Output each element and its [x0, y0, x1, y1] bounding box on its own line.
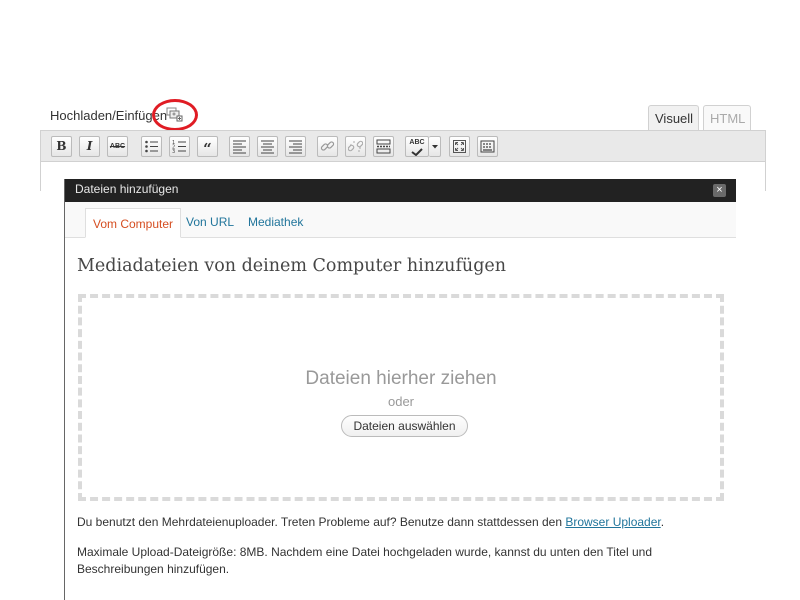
align-center-button[interactable]	[257, 136, 278, 157]
align-left-icon	[233, 140, 246, 154]
tab-from-computer[interactable]: Vom Computer	[85, 208, 182, 238]
tab-media-library[interactable]: Mediathek	[248, 215, 303, 229]
modal-titlebar: Dateien hinzufügen ×	[65, 179, 736, 202]
kitchen-sink-button[interactable]	[477, 136, 498, 157]
numbered-list-icon: 1 2 3	[172, 140, 186, 154]
spellcheck-label: ABC	[409, 139, 425, 146]
more-tag-icon	[376, 139, 391, 154]
modal-title: Dateien hinzufügen	[75, 182, 179, 196]
blockquote-button[interactable]: “	[197, 136, 218, 158]
dropzone-title: Dateien hierher ziehen	[305, 368, 497, 389]
tab-html[interactable]: HTML	[703, 105, 751, 131]
modal-tabbar: Vom Computer Von URL Mediathek	[65, 202, 736, 238]
align-left-button[interactable]	[229, 136, 250, 157]
bullet-list-button[interactable]	[141, 136, 162, 157]
spellcheck-button[interactable]: ABC	[405, 136, 429, 157]
svg-text:3: 3	[172, 149, 175, 154]
spellcheck-dropdown[interactable]	[429, 136, 441, 157]
unlink-button[interactable]	[345, 136, 366, 157]
uploader-note-suffix: .	[660, 515, 665, 529]
numbered-list-button[interactable]: 1 2 3	[169, 136, 190, 157]
max-upload-note: Maximale Upload-Dateigröße: 8MB. Nachdem…	[77, 545, 653, 576]
dropzone-or: oder	[387, 394, 415, 409]
align-right-icon	[289, 140, 302, 154]
strikethrough-button[interactable]: ABC	[107, 136, 128, 157]
link-icon	[320, 141, 335, 151]
align-center-icon	[261, 140, 274, 154]
close-icon[interactable]: ×	[713, 184, 726, 197]
browser-uploader-link[interactable]: Browser Uploader	[565, 515, 660, 529]
fullscreen-button[interactable]	[449, 136, 470, 157]
modal-heading: Mediadateien von deinem Computer hinzufü…	[77, 256, 507, 276]
select-files-button[interactable]: Dateien auswählen	[341, 415, 468, 437]
tab-from-url[interactable]: Von URL	[186, 215, 234, 229]
tab-visual[interactable]: Visuell	[648, 105, 699, 131]
check-icon	[411, 148, 423, 156]
bullet-list-icon	[145, 140, 158, 153]
italic-button[interactable]: I	[79, 136, 100, 157]
insert-link-button[interactable]	[317, 136, 338, 157]
upload-insert-label: Hochladen/Einfügen	[50, 108, 168, 123]
uploader-note-text: Du benutzt den Mehrdateienuploader. Tret…	[77, 515, 566, 529]
unlink-icon	[348, 140, 363, 152]
fullscreen-icon	[453, 140, 466, 153]
editor-toolbar: B I ABC 1 2 3 “ ABC	[40, 130, 766, 162]
toolbar-toggle-icon	[480, 140, 495, 153]
uploader-note: Du benutzt den Mehrdateienuploader. Tret…	[77, 515, 664, 529]
chevron-down-icon	[431, 145, 438, 149]
insert-more-button[interactable]	[373, 136, 394, 157]
bold-button[interactable]: B	[51, 136, 72, 157]
file-dropzone[interactable]: Dateien hierher ziehen oder Dateien ausw…	[78, 294, 724, 501]
align-right-button[interactable]	[285, 136, 306, 157]
add-media-icon[interactable]	[166, 107, 184, 123]
highlight-circle	[152, 99, 198, 131]
add-files-modal: Dateien hinzufügen × Vom Computer Von UR…	[64, 179, 736, 600]
